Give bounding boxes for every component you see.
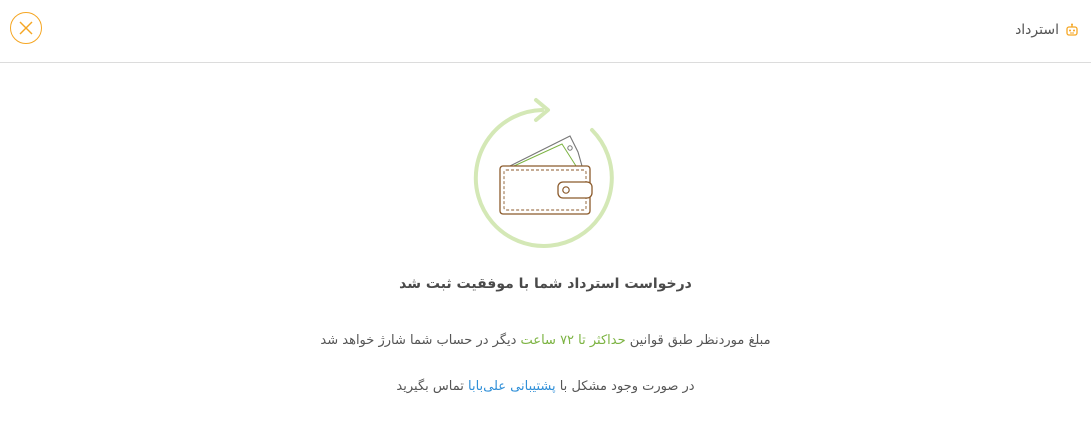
- wallet-refund-icon: [473, 98, 614, 248]
- support-text-after: تماس بگیرید: [396, 379, 468, 394]
- header-bar: استرداد: [0, 0, 1091, 63]
- timing-text-before: مبلغ موردنظر طبق قوانین: [625, 333, 771, 348]
- timing-highlight: حداکثر تا ۷۲ ساعت: [520, 333, 626, 348]
- support-text-before: در صورت وجود مشکل با: [555, 379, 695, 394]
- timing-text-after: دیگر در حساب شما شارژ خواهد شد: [320, 333, 521, 348]
- wallet-refund-illustration: [470, 96, 622, 252]
- close-icon: [19, 21, 33, 35]
- header-title-group: استرداد: [1015, 20, 1079, 40]
- robot-face-icon: [1065, 23, 1079, 37]
- refund-timing-text: مبلغ موردنظر طبق قوانین حداکثر تا ۷۲ ساع…: [0, 333, 1091, 348]
- close-button[interactable]: [10, 12, 42, 44]
- support-contact-text: در صورت وجود مشکل با پشتیبانی علی‌بابا ت…: [0, 379, 1091, 394]
- page-title: استرداد: [1015, 22, 1059, 38]
- support-link[interactable]: پشتیبانی علی‌بابا: [468, 379, 556, 394]
- success-headline: درخواست استرداد شما با موفقیت ثبت شد: [399, 276, 692, 292]
